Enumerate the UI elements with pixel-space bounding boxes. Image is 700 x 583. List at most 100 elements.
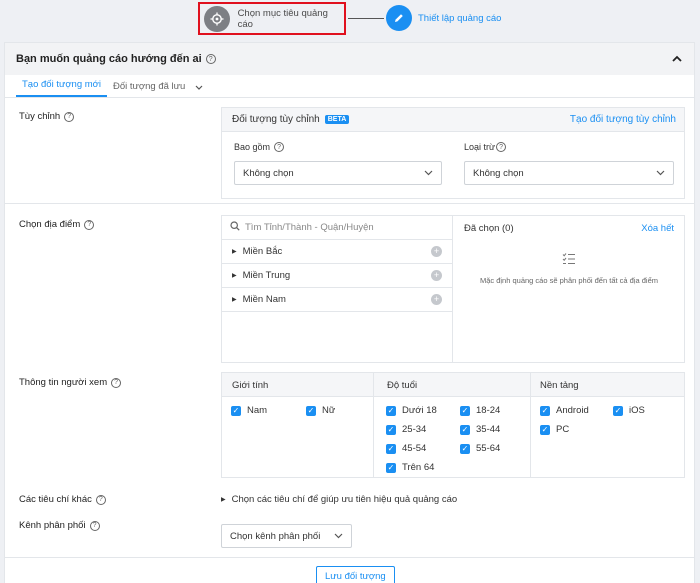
custom-audience-box: Đối tượng tùy chỉnh BETA Tạo đối tượng t… (221, 107, 685, 199)
help-icon[interactable]: ? (95, 494, 106, 505)
checkbox-label: 35-44 (476, 424, 501, 435)
panel-header[interactable]: Bạn muốn quảng cáo hướng đến ai ? (5, 43, 694, 75)
step-choose-objective[interactable]: Chọn mục tiêu quảng cáo (198, 2, 346, 35)
stepper: Chọn mục tiêu quảng cáo Thiết lập quảng … (0, 0, 700, 38)
other-label: Các tiêu chí khác (19, 494, 92, 505)
gender-checkbox-female[interactable]: ✓ Nữ (306, 405, 335, 416)
footer-divider (5, 557, 694, 558)
age-title: Độ tuổi (387, 379, 418, 391)
checkbox-label: 18-24 (476, 405, 501, 416)
column-divider (530, 373, 531, 477)
checkbox-label: Nam (247, 405, 268, 416)
create-custom-audience-link[interactable]: Tạo đối tượng tùy chỉnh (570, 114, 676, 125)
region-item[interactable]: ▶ Miền Bắc + (222, 240, 452, 264)
caret-right-icon: ▶ (221, 497, 226, 503)
channel-label: Kênh phân phối (19, 520, 86, 531)
chevron-down-icon (334, 531, 343, 541)
location-label: Chọn địa điểm (19, 219, 81, 230)
help-icon[interactable]: ? (111, 377, 122, 388)
checkbox-label: Dưới 18 (402, 405, 437, 416)
age-checkbox[interactable]: ✓ 18-24 (460, 405, 500, 416)
checkbox-checked-icon: ✓ (386, 462, 396, 473)
custom-audience-header: Đối tượng tùy chỉnh BETA Tạo đối tượng t… (222, 108, 684, 132)
age-checkbox[interactable]: ✓ 55-64 (460, 443, 500, 454)
viewer-label-row: Thông tin người xem ? (19, 377, 122, 388)
help-icon[interactable]: ? (89, 520, 100, 531)
location-picker: Tìm Tỉnh/Thành - Quận/Huyện ▶ Miền Bắc +… (222, 216, 453, 362)
column-divider (373, 373, 374, 477)
save-audience-button[interactable]: Lưu đối tượng (316, 566, 395, 583)
caret-right-icon: ▶ (232, 297, 237, 303)
add-icon[interactable]: + (431, 246, 442, 257)
search-icon (230, 221, 240, 234)
audience-tabs: Tạo đối tượng mới Đối tượng đã lưu (16, 75, 203, 97)
gender-checkbox-male[interactable]: ✓ Nam (231, 405, 267, 416)
age-checkbox[interactable]: ✓ 25-34 (386, 424, 426, 435)
platform-checkbox[interactable]: ✓ iOS (613, 405, 645, 416)
other-criteria-toggle[interactable]: ▶ Chọn các tiêu chí để giúp ưu tiên hiệu… (221, 494, 457, 505)
region-item[interactable]: ▶ Miền Nam + (222, 288, 452, 312)
clear-all-link[interactable]: Xóa hết (641, 223, 674, 234)
checkbox-checked-icon: ✓ (386, 443, 396, 454)
panel-title: Bạn muốn quảng cáo hướng đến ai (16, 53, 202, 65)
step-1-label: Chọn mục tiêu quảng cáo (237, 7, 328, 30)
location-box: Tìm Tỉnh/Thành - Quận/Huyện ▶ Miền Bắc +… (221, 215, 685, 363)
chevron-down-icon[interactable] (195, 82, 203, 97)
include-label: Bao gồm (234, 142, 271, 152)
include-select[interactable]: Không chọn (234, 161, 442, 185)
tab-new-audience[interactable]: Tạo đối tượng mới (16, 79, 108, 97)
checkbox-checked-icon: ✓ (460, 443, 470, 454)
help-icon[interactable]: ? (64, 111, 75, 122)
region-label: Miền Nam (242, 294, 286, 305)
checkbox-label: Android (556, 405, 589, 416)
other-label-row: Các tiêu chí khác ? (19, 494, 106, 505)
add-icon[interactable]: + (431, 294, 442, 305)
tab-saved-audience[interactable]: Đối tượng đã lưu (107, 81, 191, 97)
age-checkbox[interactable]: ✓ 35-44 (460, 424, 500, 435)
checkbox-label: PC (556, 424, 570, 435)
audience-panel: Bạn muốn quảng cáo hướng đến ai ? Tạo đố… (4, 42, 695, 583)
help-icon[interactable]: ? (496, 142, 507, 152)
custom-label-row: Tùy chỉnh ? (19, 111, 75, 122)
exclude-label: Loại trừ (464, 142, 496, 152)
location-search[interactable]: Tìm Tỉnh/Thành - Quận/Huyện (222, 216, 452, 240)
chevron-down-icon (656, 168, 665, 178)
help-icon[interactable]: ? (84, 219, 95, 230)
platform-checkbox[interactable]: ✓ PC (540, 424, 569, 435)
add-icon[interactable]: + (431, 270, 442, 281)
exclude-label-row: Loại trừ ? (464, 142, 507, 152)
checkbox-checked-icon: ✓ (386, 405, 396, 416)
exclude-value: Không chọn (473, 167, 524, 179)
checkbox-checked-icon: ✓ (540, 424, 550, 435)
caret-right-icon: ▶ (232, 273, 237, 279)
section-divider (5, 203, 694, 204)
chevron-up-icon[interactable] (672, 51, 682, 65)
checkbox-label: iOS (629, 405, 645, 416)
custom-label: Tùy chỉnh (19, 111, 61, 122)
beta-badge: BETA (324, 115, 350, 124)
step-setup-ad[interactable]: Thiết lập quảng cáo (386, 5, 501, 31)
location-search-placeholder: Tìm Tỉnh/Thành - Quận/Huyện (245, 222, 374, 233)
help-icon[interactable]: ? (274, 142, 285, 152)
custom-audience-title: Đối tượng tùy chỉnh (232, 114, 320, 125)
exclude-select[interactable]: Không chọn (464, 161, 674, 185)
platform-checkbox[interactable]: ✓ Android (540, 405, 589, 416)
checkbox-label: Trên 64 (402, 462, 435, 473)
include-label-row: Bao gồm ? (234, 142, 285, 152)
region-item[interactable]: ▶ Miền Trung + (222, 264, 452, 288)
channel-select[interactable]: Chọn kênh phân phối (221, 524, 352, 548)
checkbox-checked-icon: ✓ (613, 405, 623, 416)
viewer-header-bar (222, 373, 684, 397)
help-icon[interactable]: ? (205, 54, 216, 64)
include-value: Không chọn (243, 167, 294, 179)
channel-value: Chọn kênh phân phối (230, 530, 321, 542)
age-checkbox[interactable]: ✓ Trên 64 (386, 462, 434, 473)
age-checkbox[interactable]: ✓ 45-54 (386, 443, 426, 454)
pencil-icon (386, 5, 412, 31)
age-checkbox[interactable]: ✓ Dưới 18 (386, 405, 437, 416)
caret-right-icon: ▶ (232, 249, 237, 255)
checkbox-checked-icon: ✓ (460, 405, 470, 416)
checkbox-checked-icon: ✓ (231, 405, 241, 416)
other-criteria-text: Chọn các tiêu chí để giúp ưu tiên hiệu q… (231, 494, 458, 505)
viewer-box: Giới tính Độ tuổi Nền tảng ✓ Nam ✓ Nữ ✓ Dướ… (221, 372, 685, 478)
